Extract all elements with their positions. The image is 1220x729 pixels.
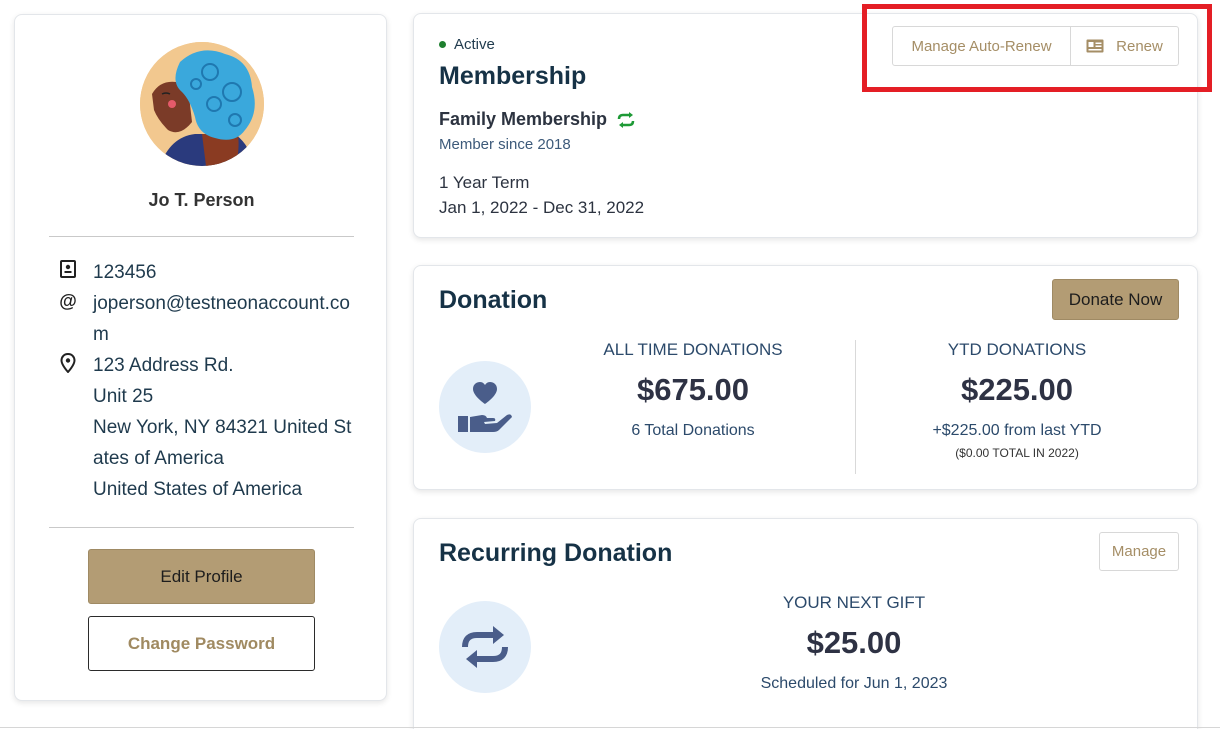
ytd-change: +$225.00 from last YTD xyxy=(932,422,1102,439)
divider xyxy=(49,236,354,237)
email: joperson@testneonaccount.com xyxy=(93,293,350,345)
repeat-icon xyxy=(439,601,531,693)
membership-term: 1 Year Term Jan 1, 2022 - Dec 31, 2022 xyxy=(439,170,644,220)
donation-title: Donation xyxy=(439,286,548,314)
term-length: 1 Year Term xyxy=(439,173,530,192)
change-password-button[interactable]: Change Password xyxy=(88,616,315,671)
all-time-label: ALL TIME DONATIONS xyxy=(603,340,783,359)
all-time-count: 6 Total Donations xyxy=(631,422,755,439)
heart-hand-icon xyxy=(439,361,531,453)
manage-recurring-button[interactable]: Manage xyxy=(1099,532,1179,571)
address-row: 123 Address Rd. Unit 25 New York, NY 843… xyxy=(55,350,356,505)
profile-name: Jo T. Person xyxy=(148,190,255,210)
next-gift-value: $25.00 xyxy=(806,625,902,660)
profile-card: Jo T. Person 123456 @ joperson@testneona… xyxy=(14,14,387,701)
all-time-value: $675.00 xyxy=(636,372,750,407)
account-id-row: 123456 xyxy=(55,257,356,288)
address-line: New York, NY 84321 United States of Amer… xyxy=(93,417,352,469)
divider xyxy=(49,527,354,528)
member-since: Member since 2018 xyxy=(439,136,571,153)
donate-now-button[interactable]: Donate Now xyxy=(1052,279,1179,320)
term-dates: Jan 1, 2022 - Dec 31, 2022 xyxy=(439,198,645,217)
ytd-value: $225.00 xyxy=(960,372,1074,407)
avatar xyxy=(140,42,264,166)
divider xyxy=(855,340,856,474)
account-id: 123456 xyxy=(93,262,157,283)
address-line: Unit 25 xyxy=(93,386,154,407)
donation-card: Donation Donate Now ALL TIME DONATIONS $… xyxy=(413,265,1198,490)
recurring-title: Recurring Donation xyxy=(439,539,673,567)
address: 123 Address Rd. Unit 25 New York, NY 843… xyxy=(93,350,356,505)
address-line: 123 Address Rd. xyxy=(93,355,234,376)
email-row: @ joperson@testneonaccount.com xyxy=(55,288,356,350)
status-dot-icon xyxy=(439,41,446,48)
membership-title: Membership xyxy=(439,62,587,90)
membership-type-label: Family Membership xyxy=(439,109,608,129)
auto-renew-icon xyxy=(616,111,636,129)
status-label: Active xyxy=(454,36,495,53)
map-pin-icon xyxy=(55,350,81,373)
recurring-donation-card: Recurring Donation Manage YOUR NEXT GIFT… xyxy=(413,518,1198,729)
edit-profile-button[interactable]: Edit Profile xyxy=(88,549,315,604)
status-badge: Active xyxy=(439,36,495,53)
id-card-icon xyxy=(55,257,81,279)
membership-type: Family Membership xyxy=(439,109,636,130)
address-line: United States of America xyxy=(93,479,303,500)
divider xyxy=(0,727,1220,728)
ytd-donations: YTD DONATIONS $225.00 +$225.00 from last… xyxy=(877,340,1157,460)
at-sign-icon: @ xyxy=(59,291,77,311)
ytd-note: ($0.00 TOTAL IN 2022) xyxy=(955,446,1079,460)
all-time-donations: ALL TIME DONATIONS $675.00 6 Total Donat… xyxy=(553,340,833,440)
next-gift: YOUR NEXT GIFT $25.00 Scheduled for Jun … xyxy=(714,593,994,693)
next-gift-scheduled: Scheduled for Jun 1, 2023 xyxy=(760,675,948,692)
ytd-label: YTD DONATIONS xyxy=(947,340,1087,359)
highlight-box xyxy=(862,4,1212,92)
next-gift-label: YOUR NEXT GIFT xyxy=(782,593,926,612)
